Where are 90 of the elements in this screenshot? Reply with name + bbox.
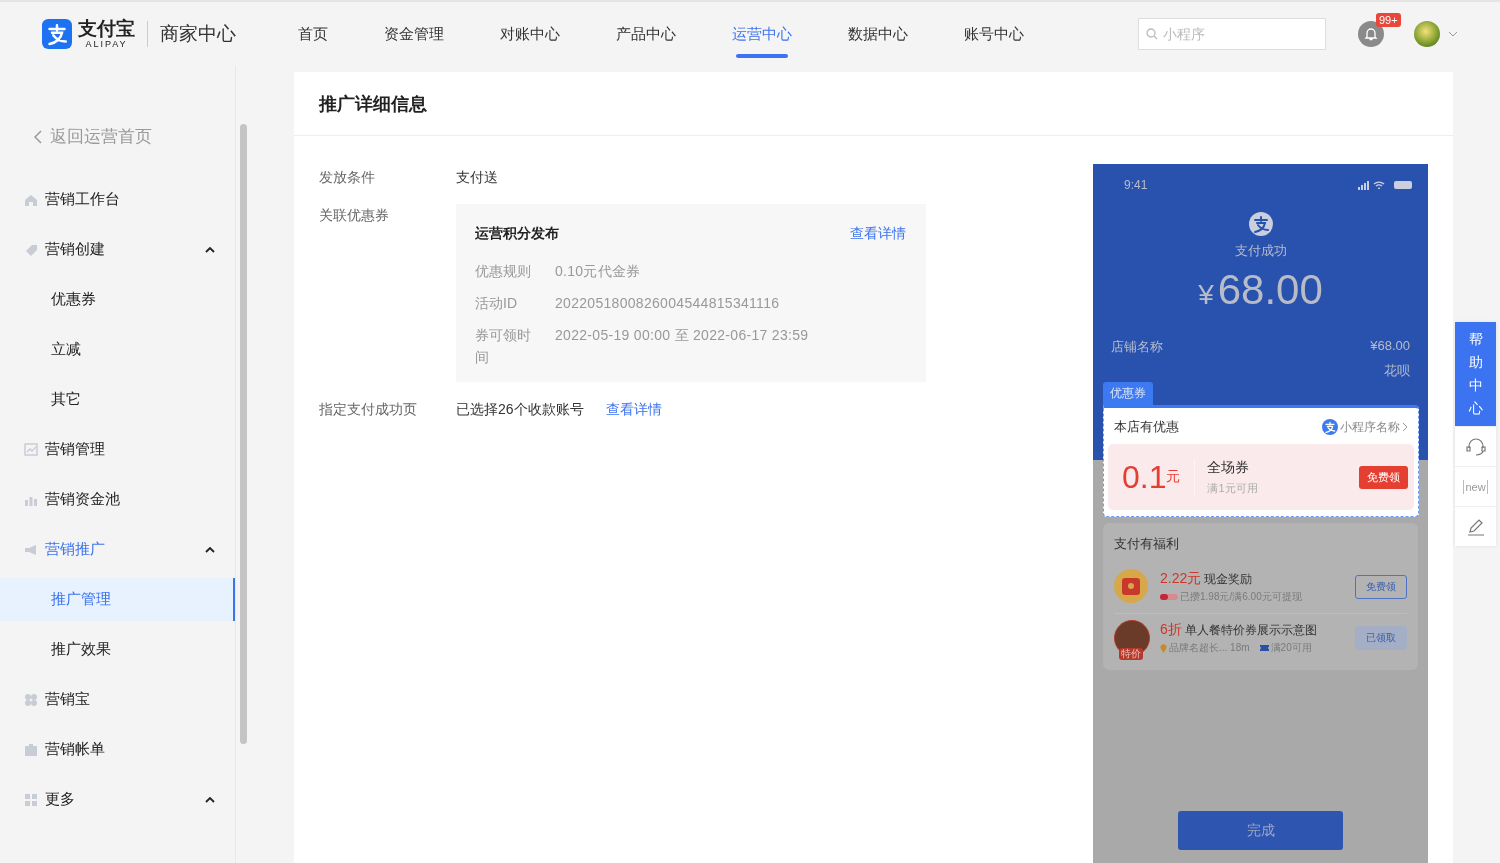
progress-pill-icon [1160, 594, 1178, 600]
portal-title: 商家中心 [147, 21, 236, 47]
brand-subtitle: ALIPAY [85, 40, 128, 49]
grid-icon [24, 792, 38, 807]
megaphone-icon [24, 542, 38, 557]
status-time: 9:41 [1124, 178, 1148, 192]
view-details-link[interactable]: 查看详情 [850, 222, 906, 244]
alipay-circle-icon [1322, 419, 1338, 435]
sidebar-subitem[interactable]: 推广管理 [0, 578, 235, 621]
coupon-section-title: 本店有优惠 [1114, 418, 1179, 436]
info-label: 券可领时间 [475, 326, 532, 367]
nav-tab[interactable]: 运营中心 [732, 10, 792, 58]
receipt-value: ¥68.00 [1370, 338, 1410, 355]
alipay-logo-icon [42, 19, 72, 49]
location-pin-icon [1160, 643, 1167, 653]
sidebar-tool-button[interactable] [1455, 506, 1496, 546]
search-field[interactable]: 小程序 [1138, 18, 1326, 50]
sidebar-item[interactable]: 营销宝 [0, 678, 235, 721]
caret-up-icon [205, 246, 215, 253]
nav-tab[interactable]: 账号中心 [964, 10, 1024, 58]
photo-badge: 特价 [1119, 648, 1143, 660]
chevron-left-icon [34, 129, 42, 144]
nav-tab[interactable]: 产品中心 [616, 10, 676, 58]
benefit-name: 现金奖励 [1204, 571, 1253, 588]
benefits-title: 支付有福利 [1114, 535, 1180, 553]
search-icon [1146, 28, 1158, 40]
chart-icon [24, 442, 38, 457]
caret-up-icon [205, 546, 215, 553]
coupon-condition: 满1元可用 [1207, 480, 1259, 496]
pen-icon [1466, 517, 1485, 536]
nav-tab[interactable]: 数据中心 [848, 10, 908, 58]
sidebar-subitem[interactable]: 推广效果 [0, 628, 235, 671]
avatar[interactable] [1414, 21, 1440, 47]
sidebar-subitem[interactable]: 其它 [0, 378, 235, 421]
field-value: 已选择26个收款账号 [456, 400, 584, 419]
sidebar-item[interactable]: 营销资金池 [0, 478, 235, 521]
sidebar-item[interactable]: 更多 [0, 778, 235, 821]
nav-tab[interactable]: 对账中心 [500, 10, 560, 58]
scrollbar-thumb[interactable] [239, 124, 247, 744]
notification-badge: 99+ [1376, 13, 1401, 27]
info-value: 2022051800826004544815341116 [555, 294, 780, 313]
ticket-icon [1259, 645, 1269, 651]
help-center-button[interactable]: 帮助中心 [1455, 322, 1496, 426]
sidebar-item[interactable]: 营销推广 [0, 528, 235, 571]
field-value: 支付送 [456, 168, 498, 187]
sidebar-item[interactable]: 营销管理 [0, 428, 235, 471]
field-label: 关联优惠券 [319, 206, 390, 225]
chevron-right-icon [1402, 422, 1408, 432]
coupon-unit: 元 [1166, 468, 1181, 486]
headset-icon [1465, 437, 1486, 456]
sidebar-item[interactable]: 营销帐单 [0, 728, 235, 771]
sidebar-tool-button[interactable] [1455, 426, 1496, 466]
sidebar-subitem[interactable]: 优惠券 [0, 278, 235, 321]
info-label: 活动ID [475, 294, 518, 313]
payment-status: 支付成功 [1234, 242, 1287, 260]
tag-icon [24, 242, 38, 257]
page-title: 推广详细信息 [319, 92, 427, 116]
currency-symbol: ¥ [1198, 279, 1214, 311]
field-label: 发放条件 [319, 168, 376, 187]
clover-icon [24, 692, 38, 707]
sidebar-subitem[interactable]: 立减 [0, 328, 235, 371]
info-value: 0.10元代金券 [555, 262, 641, 281]
nav-tab[interactable]: 资金管理 [384, 10, 444, 58]
benefit-highlight: 2.22元 [1160, 570, 1202, 588]
brand-name: 支付宝 [78, 19, 135, 38]
sidebar-item[interactable]: 营销工作台 [0, 178, 235, 221]
claim-button[interactable]: 免费领 [1359, 465, 1408, 489]
info-value: 2022-05-19 00:00 至 2022-06-17 23:59 [555, 326, 809, 345]
receipt-label: 店铺名称 [1111, 338, 1163, 356]
receipt-value: 花呗 [1384, 362, 1410, 380]
bell-icon [1364, 27, 1378, 41]
payment-amount: 68.00 [1217, 266, 1323, 314]
info-label: 优惠规则 [475, 262, 532, 281]
clipboard-icon [24, 742, 38, 757]
home-icon [24, 192, 38, 207]
mini-app-link[interactable]: 小程序名称 [1340, 418, 1400, 436]
nav-tab[interactable]: 首页 [298, 10, 328, 58]
coupon-tag: 优惠券 [1103, 382, 1153, 405]
caret-up-icon [205, 796, 215, 803]
coupon-amount: 0.1 [1122, 458, 1167, 496]
view-details-link[interactable]: 查看详情 [605, 398, 662, 420]
chevron-down-icon[interactable] [1448, 31, 1458, 37]
coupon-title: 全场券 [1207, 458, 1251, 477]
benefit-highlight: 6折 [1160, 621, 1182, 639]
field-label: 指定支付成功页 [319, 400, 418, 419]
coupon-name: 运营积分发布 [475, 224, 559, 243]
envelope-icon [1114, 569, 1148, 603]
sidebar-item[interactable]: 营销创建 [0, 228, 235, 271]
status-icons [1358, 180, 1414, 190]
benefit-name: 单人餐特价券展示示意图 [1184, 622, 1317, 639]
